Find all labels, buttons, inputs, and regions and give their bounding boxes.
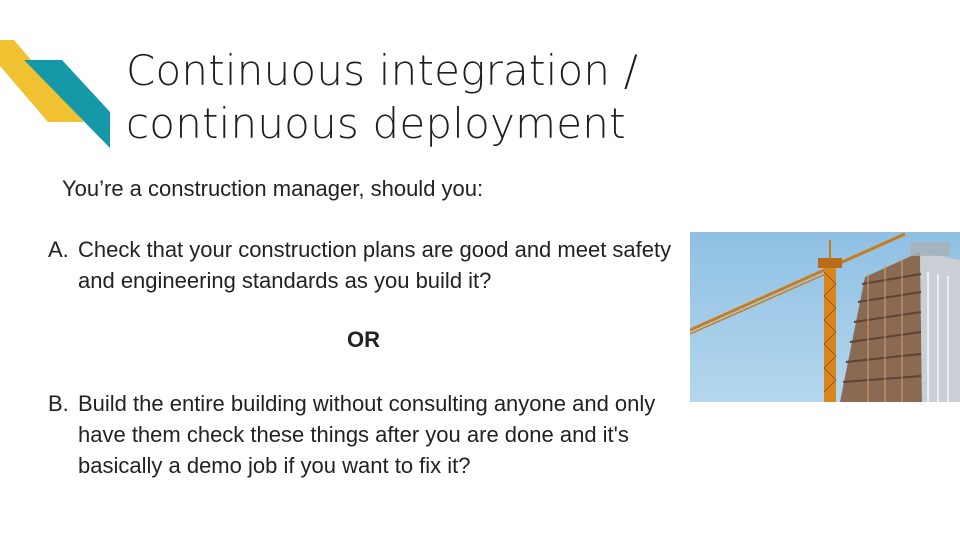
construction-photo-illustration [690,232,960,402]
title-line-2: continuous deployment [126,99,626,148]
option-a-text: Check that your construction plans are g… [78,237,672,293]
option-b-letter: B. [48,391,69,416]
slide: Continuous integration / continuous depl… [0,0,960,540]
decorative-chevron-logo [0,40,110,148]
construction-crane-photo [690,232,960,402]
title-line-1: Continuous integration / [126,46,639,95]
slide-title: Continuous integration / continuous depl… [126,44,906,150]
option-b: B. Build the entire building without con… [48,388,698,481]
option-a: A. Check that your construction plans ar… [48,234,698,296]
option-b-text: Build the entire building without consul… [78,391,656,478]
intro-question: You’re a construction manager, should yo… [62,176,484,201]
option-a-letter: A. [48,237,69,262]
or-separator: OR [347,327,380,352]
